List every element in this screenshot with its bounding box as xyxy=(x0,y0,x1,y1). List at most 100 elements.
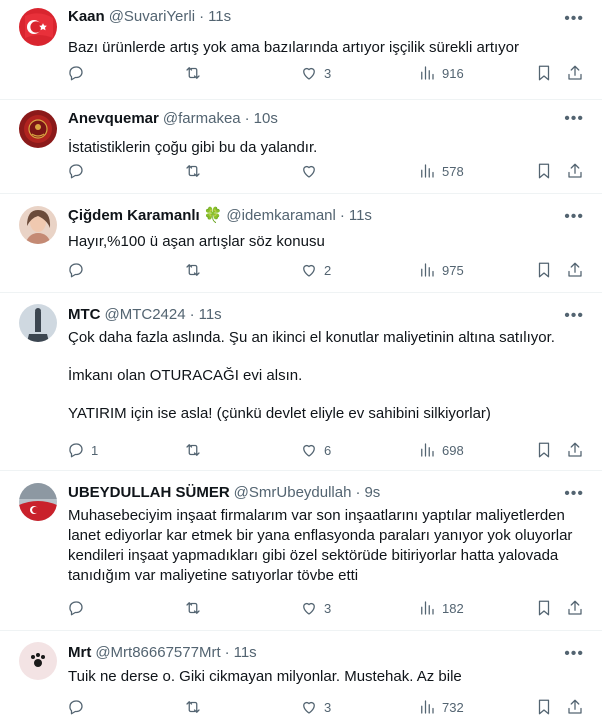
like-button[interactable]: 6 xyxy=(300,438,331,462)
timestamp[interactable]: 10s xyxy=(254,109,278,129)
share-icon xyxy=(568,699,582,714)
more-options-icon[interactable]: ••• xyxy=(564,307,584,325)
retweet-button[interactable] xyxy=(184,159,208,183)
more-options-icon[interactable]: ••• xyxy=(564,485,584,503)
share-button[interactable] xyxy=(566,695,584,719)
like-count: 6 xyxy=(324,442,332,458)
share-button[interactable] xyxy=(566,438,584,462)
avatar[interactable] xyxy=(19,206,57,244)
display-name[interactable]: Mrt xyxy=(68,643,91,663)
share-icon xyxy=(568,442,582,457)
heart-icon xyxy=(303,264,315,277)
tweet[interactable]: UBEYDULLAH SÜMER @SmrUbeydullah · 9s •••… xyxy=(0,471,602,631)
user-handle[interactable]: @farmakea xyxy=(163,109,241,129)
bookmark-button[interactable] xyxy=(535,61,553,85)
like-button[interactable]: 2 xyxy=(300,258,331,282)
display-name[interactable]: UBEYDULLAH SÜMER xyxy=(68,483,230,503)
share-button[interactable] xyxy=(566,159,584,183)
retweet-icon xyxy=(186,701,200,713)
views-button[interactable]: 975 xyxy=(418,258,464,282)
reply-button[interactable] xyxy=(67,159,91,183)
share-icon xyxy=(568,65,582,80)
views-count: 975 xyxy=(442,262,464,278)
retweet-icon xyxy=(186,67,200,79)
user-handle[interactable]: @idemkaramanl xyxy=(226,206,335,226)
display-name[interactable]: Anevquemar xyxy=(68,109,159,129)
user-handle[interactable]: @Mrt86667577Mrt xyxy=(95,643,220,663)
separator-dot: · xyxy=(339,207,345,224)
views-chart-icon xyxy=(421,164,434,178)
timestamp[interactable]: 11s xyxy=(349,206,372,226)
bookmark-button[interactable] xyxy=(535,159,553,183)
like-button[interactable]: 3 xyxy=(300,61,331,85)
like-button[interactable]: 3 xyxy=(300,596,331,620)
like-count: 3 xyxy=(324,600,332,616)
retweet-button[interactable] xyxy=(184,596,208,620)
bookmark-button[interactable] xyxy=(535,438,553,462)
more-options-icon[interactable]: ••• xyxy=(564,208,584,226)
tweet-text-line: kendileri inşaat yapmadıkları gibi özel … xyxy=(68,547,559,564)
retweet-icon xyxy=(186,264,200,276)
user-handle[interactable]: @MTC2424 xyxy=(105,305,186,325)
retweet-button[interactable] xyxy=(184,258,208,282)
avatar[interactable] xyxy=(19,304,57,342)
bookmark-button[interactable] xyxy=(535,596,553,620)
retweet-button[interactable] xyxy=(184,438,208,462)
bookmark-button[interactable] xyxy=(535,695,553,719)
timestamp[interactable]: 11s xyxy=(234,643,257,663)
views-button[interactable]: 916 xyxy=(418,61,464,85)
like-button[interactable] xyxy=(300,159,324,183)
bookmark-icon xyxy=(538,442,550,458)
retweet-icon xyxy=(186,444,200,456)
share-icon xyxy=(568,262,582,277)
share-button[interactable] xyxy=(566,258,584,282)
display-name[interactable]: MTC xyxy=(68,305,101,325)
separator-dot: · xyxy=(224,644,230,661)
avatar[interactable] xyxy=(19,8,57,46)
user-handle[interactable]: @SuvariYerli xyxy=(109,7,195,27)
views-count: 578 xyxy=(442,163,464,179)
tweet[interactable]: Mrt @Mrt86667577Mrt · 11s ••• Tuik ne de… xyxy=(0,631,602,723)
views-chart-icon xyxy=(421,263,434,277)
views-button[interactable]: 732 xyxy=(418,695,464,719)
retweet-button[interactable] xyxy=(184,61,208,85)
reply-button[interactable] xyxy=(67,61,91,85)
display-name[interactable]: Kaan xyxy=(68,7,105,27)
reply-button[interactable]: 1 xyxy=(67,438,98,462)
avatar[interactable] xyxy=(19,483,57,521)
more-options-icon[interactable]: ••• xyxy=(564,110,584,128)
tweet[interactable]: MTC @MTC2424 · 11s ••• Çok daha fazla as… xyxy=(0,293,602,471)
reply-icon xyxy=(69,66,83,81)
like-count: 3 xyxy=(324,65,332,81)
avatar[interactable] xyxy=(19,642,57,680)
reply-button[interactable] xyxy=(67,258,91,282)
timestamp[interactable]: 9s xyxy=(364,483,380,503)
display-name[interactable]: Çiğdem Karamanlı xyxy=(68,206,200,226)
heart-icon xyxy=(303,602,315,615)
clover-emoji: 🍀 xyxy=(203,207,223,224)
views-button[interactable]: 698 xyxy=(418,438,464,462)
tweet-text-line: İmkanı olan OTURACAĞI evi alsın. xyxy=(68,367,303,384)
timestamp[interactable]: 11s xyxy=(208,7,231,27)
share-button[interactable] xyxy=(566,596,584,620)
avatar[interactable] xyxy=(19,110,57,148)
more-options-icon[interactable]: ••• xyxy=(564,10,584,28)
share-icon xyxy=(568,600,582,615)
reply-button[interactable] xyxy=(67,695,91,719)
tweet-text-line: Tuik ne derse o. Giki cikmayan milyonlar… xyxy=(68,668,462,685)
timestamp[interactable]: 11s xyxy=(199,305,222,325)
bookmark-button[interactable] xyxy=(535,258,553,282)
more-options-icon[interactable]: ••• xyxy=(564,645,584,663)
reply-button[interactable] xyxy=(67,596,91,620)
tweet-text-line: Muhasebeciyim inşaat firmalarım var son … xyxy=(68,507,565,524)
views-button[interactable]: 578 xyxy=(418,159,464,183)
share-button[interactable] xyxy=(566,61,584,85)
like-button[interactable]: 3 xyxy=(300,695,331,719)
user-handle[interactable]: @SmrUbeydullah xyxy=(234,483,352,503)
retweet-button[interactable] xyxy=(184,695,208,719)
tweet[interactable]: Çiğdem Karamanlı 🍀 @idemkaramanl · 11s •… xyxy=(0,194,602,293)
tweet[interactable]: Kaan @SuvariYerli · 11s ••• Bazı ürünler… xyxy=(0,0,602,100)
tweet[interactable]: Anevquemar @farmakea · 10s ••• İstatisti… xyxy=(0,100,602,194)
views-button[interactable]: 182 xyxy=(418,596,464,620)
like-count: 2 xyxy=(324,262,332,278)
